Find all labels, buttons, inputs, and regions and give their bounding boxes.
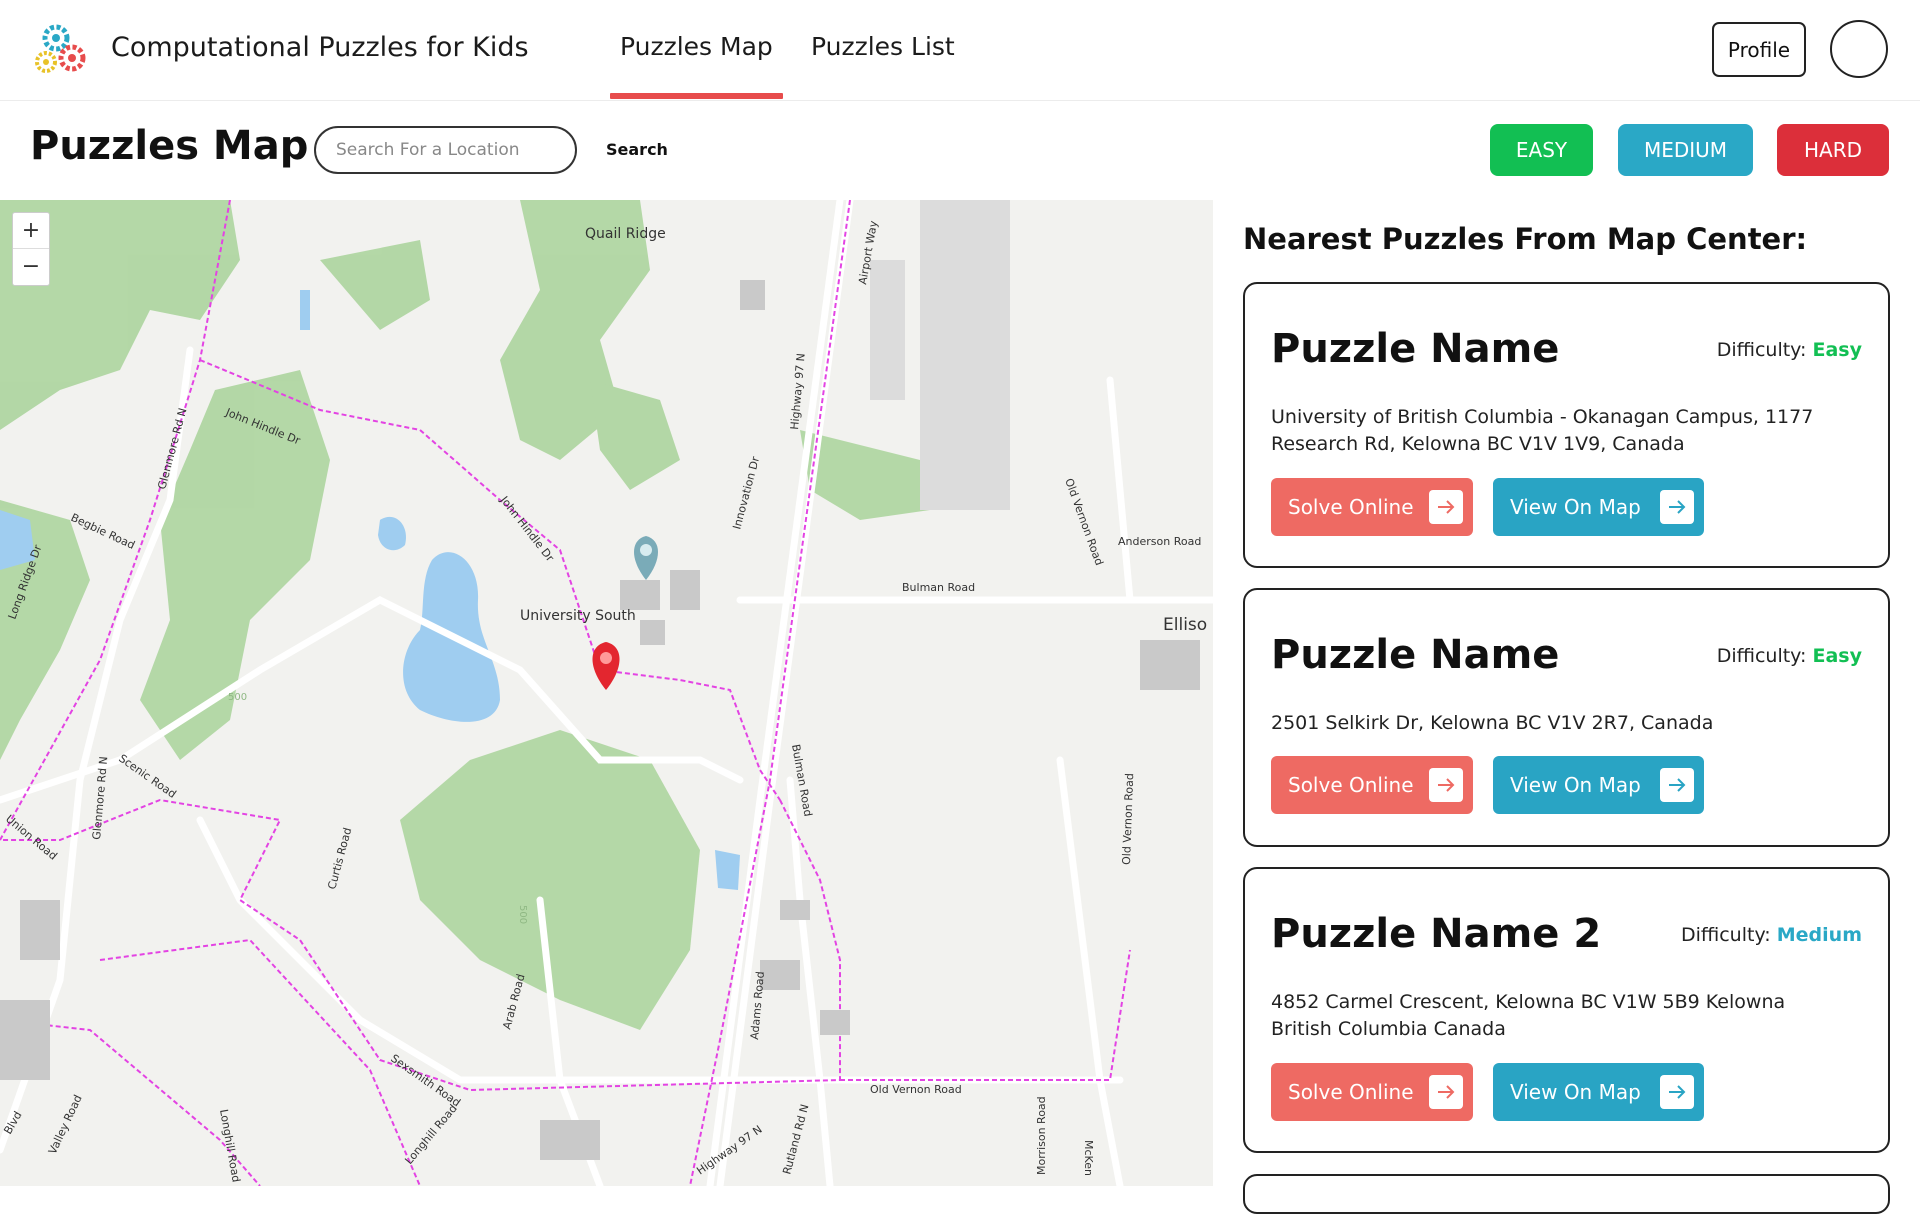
red-map-center-pin-icon[interactable] xyxy=(592,642,620,690)
map-label: Old Vernon Road xyxy=(870,1083,962,1096)
map-label: Longhill Road xyxy=(402,1102,459,1167)
difficulty-value: Easy xyxy=(1812,339,1863,361)
map-label: Bulman Road xyxy=(902,581,975,594)
arrow-right-icon xyxy=(1660,490,1694,524)
puzzle-name: Puzzle Name xyxy=(1271,632,1560,678)
profile-button[interactable]: Profile xyxy=(1712,22,1806,77)
map-label: Scenic Road xyxy=(116,752,178,801)
map-canvas[interactable]: Quail Ridge John Hindle Dr John Hindle D… xyxy=(0,200,1213,1186)
zoom-out-button[interactable]: − xyxy=(13,249,49,284)
solve-online-label: Solve Online xyxy=(1288,773,1414,797)
view-on-map-button[interactable]: View On Map xyxy=(1493,478,1704,536)
nearest-puzzles-title: Nearest Puzzles From Map Center: xyxy=(1243,222,1808,256)
difficulty-label: Difficulty: xyxy=(1716,645,1807,667)
map-label: Valley Road xyxy=(46,1093,85,1156)
map-label: Quail Ridge xyxy=(585,226,666,242)
map-label: Union Road xyxy=(3,812,60,862)
map-label: Highway 97 N xyxy=(788,353,808,431)
top-navbar: Computational Puzzles for Kids Puzzles M… xyxy=(0,0,1920,101)
view-on-map-button[interactable]: View On Map xyxy=(1493,1063,1704,1121)
map-label: McKen xyxy=(1082,1140,1095,1176)
solve-online-button[interactable]: Solve Online xyxy=(1271,478,1473,536)
difficulty-value: Medium xyxy=(1776,924,1862,946)
difficulty-label: Difficulty: xyxy=(1680,924,1771,946)
map-label: Begbie Road xyxy=(69,511,137,552)
map-label: University South xyxy=(520,608,636,624)
map-label: John Hindle Dr xyxy=(497,493,557,564)
puzzle-card: Puzzle Name 2 Difficulty: Medium 4852 Ca… xyxy=(1243,867,1890,1153)
tab-puzzles-list[interactable]: Puzzles List xyxy=(811,32,955,61)
tab-puzzles-map[interactable]: Puzzles Map xyxy=(610,32,783,99)
arrow-right-icon xyxy=(1429,1075,1463,1109)
difficulty-text: Difficulty: Medium xyxy=(1681,924,1862,946)
puzzle-card: Puzzle Name Difficulty: Easy 2501 Selkir… xyxy=(1243,588,1890,847)
map-label: 500 xyxy=(228,692,247,703)
map-label: Morrison Road xyxy=(1035,1096,1048,1175)
puzzle-name: Puzzle Name xyxy=(1271,326,1560,372)
puzzle-address: 4852 Carmel Crescent, Kelowna BC V1W 5B9… xyxy=(1271,991,1786,1040)
puzzle-name: Puzzle Name 2 xyxy=(1271,911,1602,957)
avatar[interactable] xyxy=(1830,20,1888,78)
blue-location-marker-icon[interactable] xyxy=(634,536,658,580)
map-label: Anderson Road xyxy=(1118,535,1201,548)
zoom-in-button[interactable]: + xyxy=(13,213,49,249)
map-label: Adams Road xyxy=(748,971,767,1040)
view-on-map-label: View On Map xyxy=(1510,773,1641,797)
difficulty-text: Difficulty: Easy xyxy=(1717,339,1862,361)
map-label: 500 xyxy=(517,905,528,924)
map-label: Curtis Road xyxy=(325,826,354,891)
difficulty-label: Difficulty: xyxy=(1716,339,1807,361)
page-title: Puzzles Map xyxy=(30,123,309,169)
easy-filter-button[interactable]: EASY xyxy=(1490,124,1593,176)
arrow-right-icon xyxy=(1429,490,1463,524)
map-view[interactable]: Quail Ridge John Hindle Dr John Hindle D… xyxy=(0,200,1213,1186)
location-search-input[interactable] xyxy=(314,126,577,174)
map-label: Old Vernon Road xyxy=(1062,477,1106,568)
solve-online-label: Solve Online xyxy=(1288,1080,1414,1104)
view-on-map-label: View On Map xyxy=(1510,1080,1641,1104)
difficulty-value: Easy xyxy=(1812,645,1863,667)
view-on-map-button[interactable]: View On Map xyxy=(1493,756,1704,814)
map-label: Longhill Road xyxy=(217,1108,243,1183)
search-button[interactable]: Search xyxy=(606,140,668,159)
solve-online-button[interactable]: Solve Online xyxy=(1271,756,1473,814)
medium-filter-button[interactable]: MEDIUM xyxy=(1618,124,1753,176)
hard-filter-button[interactable]: HARD xyxy=(1777,124,1889,176)
arrow-right-icon xyxy=(1660,768,1694,802)
arrow-right-icon xyxy=(1429,768,1463,802)
zoom-control: + − xyxy=(12,212,50,286)
map-label: Blvd xyxy=(1,1109,24,1136)
solve-online-button[interactable]: Solve Online xyxy=(1271,1063,1473,1121)
puzzle-card-partial xyxy=(1243,1174,1890,1214)
solve-online-label: Solve Online xyxy=(1288,495,1414,519)
app-brand-title: Computational Puzzles for Kids xyxy=(111,32,529,63)
puzzle-address: University of British Columbia - Okanaga… xyxy=(1271,406,1814,455)
view-on-map-label: View On Map xyxy=(1510,495,1641,519)
map-label: Innovation Dr xyxy=(730,455,762,531)
difficulty-text: Difficulty: Easy xyxy=(1717,645,1862,667)
gears-logo-icon xyxy=(35,24,86,73)
puzzle-address: 2501 Selkirk Dr, Kelowna BC V1V 2R7, Can… xyxy=(1271,712,1714,734)
map-label: Elliso xyxy=(1163,615,1207,635)
puzzle-card: Puzzle Name Difficulty: Easy University … xyxy=(1243,282,1890,568)
map-label: Arab Road xyxy=(500,972,527,1030)
map-label: Rutland Rd N xyxy=(780,1103,811,1176)
map-label: Old Vernon Road xyxy=(1120,773,1136,865)
arrow-right-icon xyxy=(1660,1075,1694,1109)
